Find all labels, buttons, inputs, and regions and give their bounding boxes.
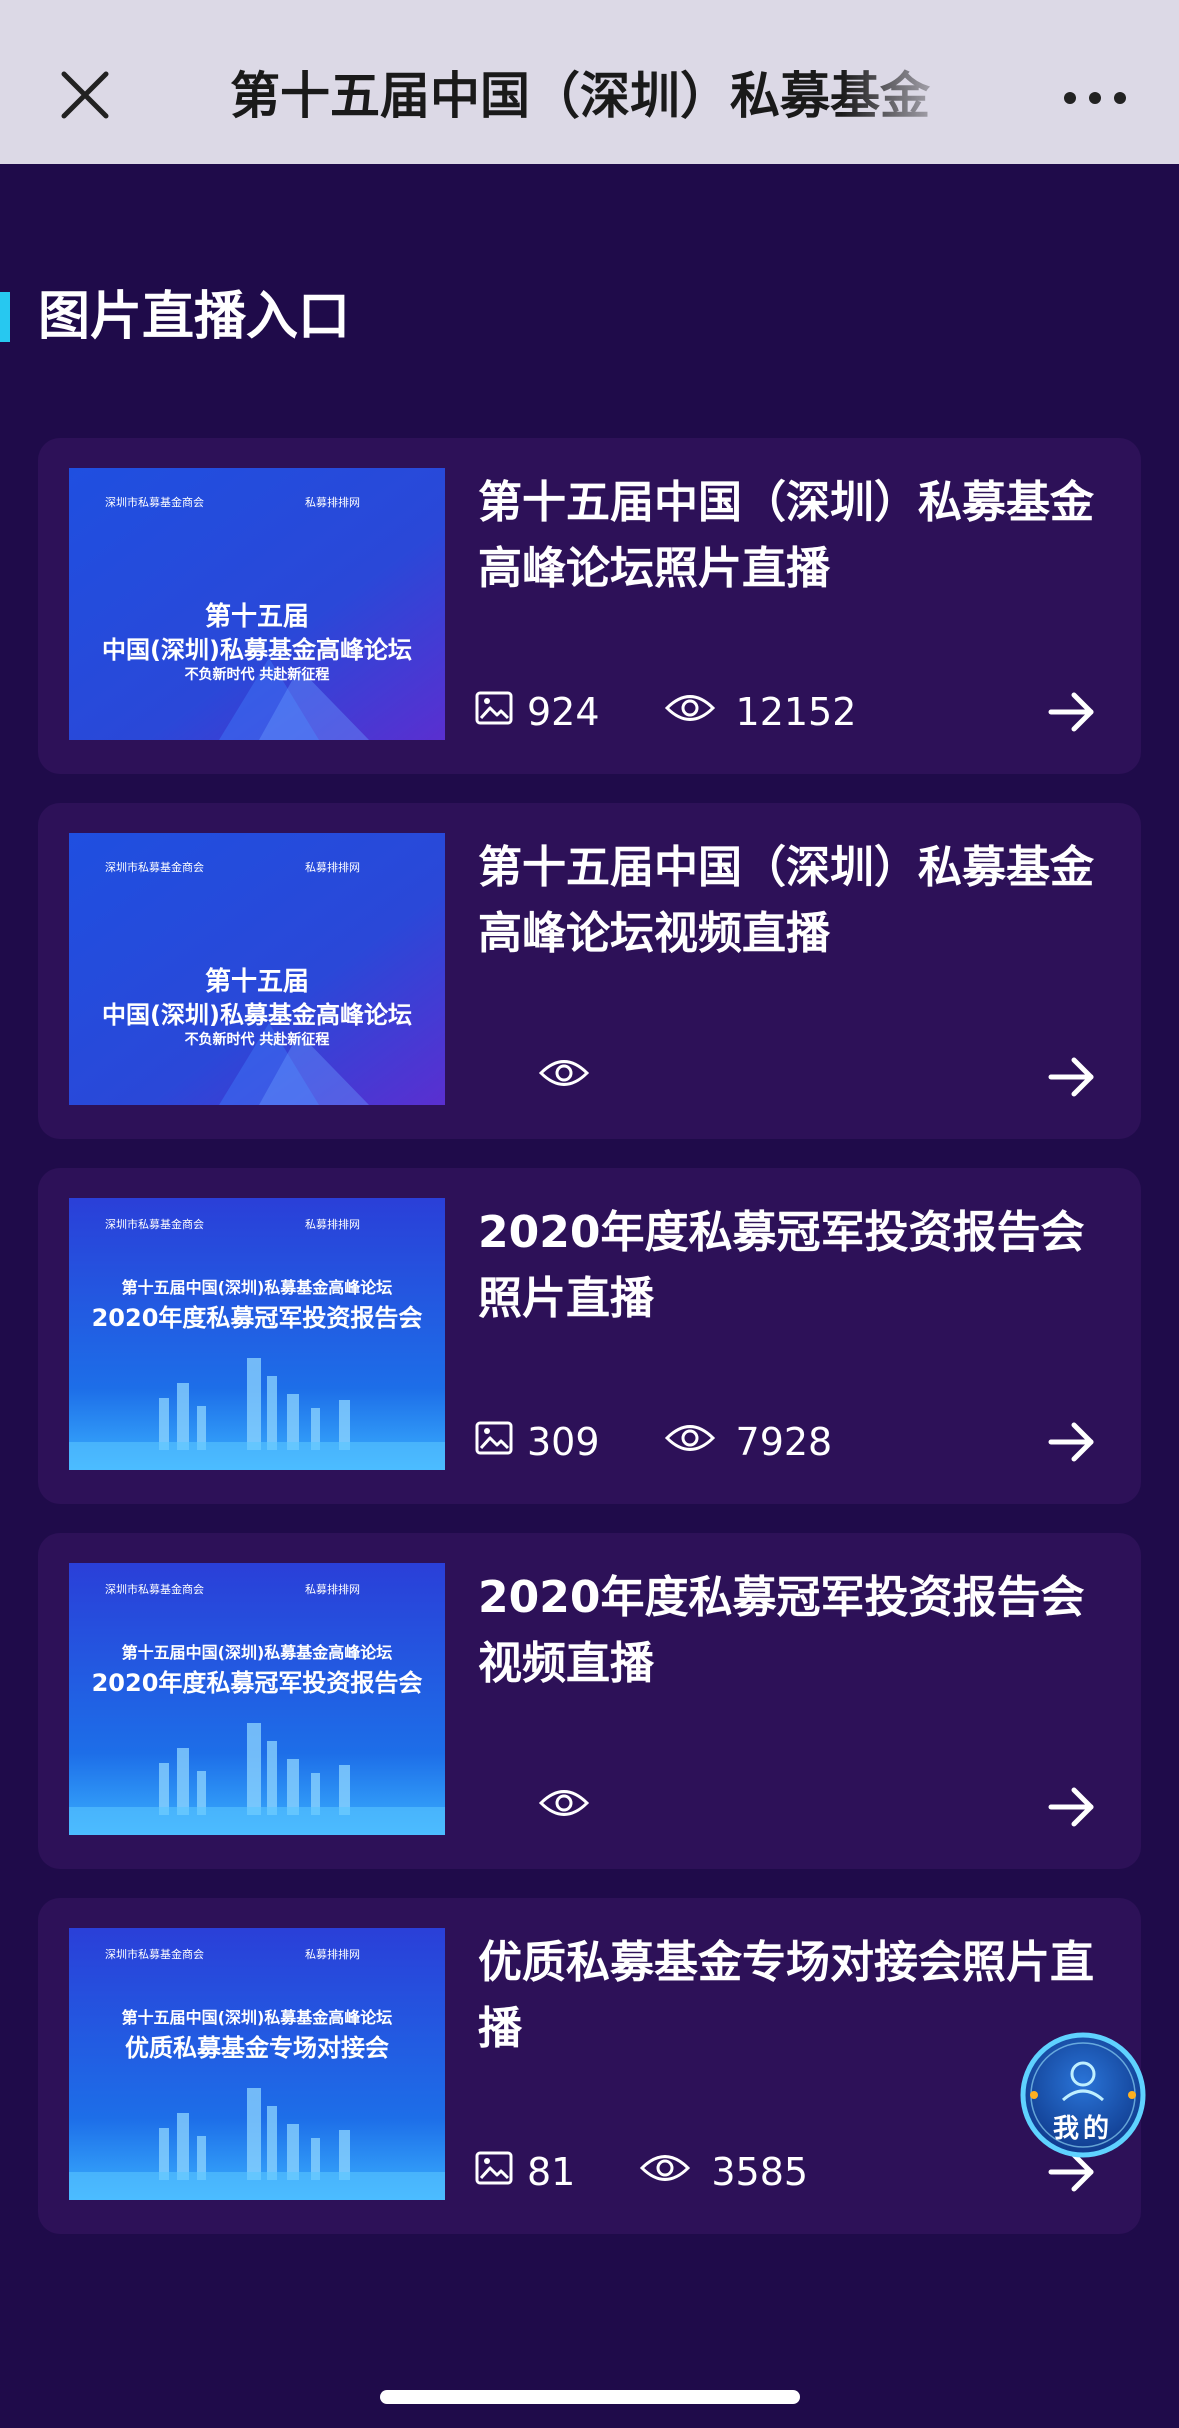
thumb-line1: 第十五届 xyxy=(204,967,309,997)
close-icon[interactable] xyxy=(54,64,116,126)
thumb-partner: 私募排排网 xyxy=(305,861,360,874)
thumb-org: 深圳市私募基金商会 xyxy=(105,1218,204,1231)
card-stats: 924 12152 xyxy=(475,688,856,736)
fab-label: 我的 xyxy=(1052,2114,1113,2144)
card-title: 第十五届中国（深圳）私募基金高峰论坛照片直播 xyxy=(478,477,1094,594)
card-thumbnail: 深圳市私募基金商会 私募排排网 第十五届 中国(深圳)私募基金高峰论坛 不负新时… xyxy=(69,468,445,740)
page-title: 第十五届中国（深圳）私募基金 xyxy=(230,67,930,125)
top-bar: 第十五届中国（深圳）私募基金 xyxy=(0,0,1179,164)
eye-icon xyxy=(538,1785,590,1829)
more-dots-icon[interactable] xyxy=(1060,80,1130,116)
live-card[interactable]: 深圳市私募基金商会 私募排排网 第十五届 中国(深圳)私募基金高峰论坛 不负新时… xyxy=(38,803,1141,1139)
section-accent-bar xyxy=(0,292,10,342)
thumb-line1: 第十五届中国(深圳)私募基金高峰论坛 xyxy=(121,1278,393,1297)
eye-icon xyxy=(664,1420,716,1464)
live-card[interactable]: 深圳市私募基金商会 私募排排网 第十五届中国(深圳)私募基金高峰论坛 2020年… xyxy=(38,1533,1141,1869)
thumb-slogan: 不负新时代 共赴新征程 xyxy=(184,667,330,683)
eye-icon xyxy=(639,2150,691,2194)
arrow-right-icon[interactable] xyxy=(1048,1420,1096,1464)
live-card[interactable]: 深圳市私募基金商会 私募排排网 第十五届 中国(深圳)私募基金高峰论坛 不负新时… xyxy=(38,438,1141,774)
home-indicator xyxy=(380,2390,800,2404)
thumb-slogan: 不负新时代 共赴新征程 xyxy=(184,1032,330,1048)
thumb-line1: 第十五届中国(深圳)私募基金高峰论坛 xyxy=(121,1643,393,1662)
thumb-partner: 私募排排网 xyxy=(305,496,360,509)
thumb-line2: 中国(深圳)私募基金高峰论坛 xyxy=(102,1001,412,1029)
thumb-partner: 私募排排网 xyxy=(305,1583,360,1596)
image-icon xyxy=(475,2150,513,2194)
photo-count: 309 xyxy=(527,1420,600,1464)
photo-count: 924 xyxy=(527,690,600,734)
live-card[interactable]: 深圳市私募基金商会 私募排排网 第十五届中国(深圳)私募基金高峰论坛 优质私募基… xyxy=(38,1898,1141,2234)
thumb-line2: 2020年度私募冠军投资报告会 xyxy=(91,1669,423,1697)
card-thumbnail: 深圳市私募基金商会 私募排排网 第十五届中国(深圳)私募基金高峰论坛 2020年… xyxy=(69,1198,445,1470)
card-thumbnail: 深圳市私募基金商会 私募排排网 第十五届 中国(深圳)私募基金高峰论坛 不负新时… xyxy=(69,833,445,1105)
thumb-line2: 优质私募基金专场对接会 xyxy=(125,2034,389,2062)
thumb-line1: 第十五届 xyxy=(204,602,309,632)
image-icon xyxy=(475,690,513,734)
thumb-org: 深圳市私募基金商会 xyxy=(105,1583,204,1596)
thumb-org: 深圳市私募基金商会 xyxy=(105,861,204,874)
live-card[interactable]: 深圳市私募基金商会 私募排排网 第十五届中国(深圳)私募基金高峰论坛 2020年… xyxy=(38,1168,1141,1504)
thumb-partner: 私募排排网 xyxy=(305,1218,360,1231)
photo-count: 81 xyxy=(527,2150,576,2194)
thumb-line1: 第十五届中国(深圳)私募基金高峰论坛 xyxy=(121,2008,393,2027)
card-title: 2020年度私募冠军投资报告会照片直播 xyxy=(478,1207,1085,1324)
view-count: 3585 xyxy=(711,2150,809,2194)
arrow-right-icon[interactable] xyxy=(1048,1055,1096,1099)
eye-icon xyxy=(538,1055,590,1099)
thumb-partner: 私募排排网 xyxy=(305,1948,360,1961)
thumb-org: 深圳市私募基金商会 xyxy=(105,496,204,509)
card-stats xyxy=(538,1053,590,1101)
thumb-line2: 2020年度私募冠军投资报告会 xyxy=(91,1304,423,1332)
image-icon xyxy=(475,1420,513,1464)
arrow-right-icon[interactable] xyxy=(1048,690,1096,734)
view-count: 7928 xyxy=(735,1420,833,1464)
card-title: 第十五届中国（深圳）私募基金高峰论坛视频直播 xyxy=(478,842,1094,959)
card-stats: 81 3585 xyxy=(475,2148,808,2196)
card-title: 2020年度私募冠军投资报告会视频直播 xyxy=(478,1572,1085,1689)
section-title: 图片直播入口 xyxy=(38,287,351,347)
card-thumbnail: 深圳市私募基金商会 私募排排网 第十五届中国(深圳)私募基金高峰论坛 优质私募基… xyxy=(69,1928,445,2200)
thumb-org: 深圳市私募基金商会 xyxy=(105,1948,204,1961)
my-profile-button[interactable]: 我的 xyxy=(1018,2030,1148,2160)
thumb-line2: 中国(深圳)私募基金高峰论坛 xyxy=(102,636,412,664)
card-thumbnail: 深圳市私募基金商会 私募排排网 第十五届中国(深圳)私募基金高峰论坛 2020年… xyxy=(69,1563,445,1835)
card-stats xyxy=(538,1783,590,1831)
eye-icon xyxy=(664,690,716,734)
card-stats: 309 7928 xyxy=(475,1418,832,1466)
view-count: 12152 xyxy=(735,690,857,734)
arrow-right-icon[interactable] xyxy=(1048,1785,1096,1829)
